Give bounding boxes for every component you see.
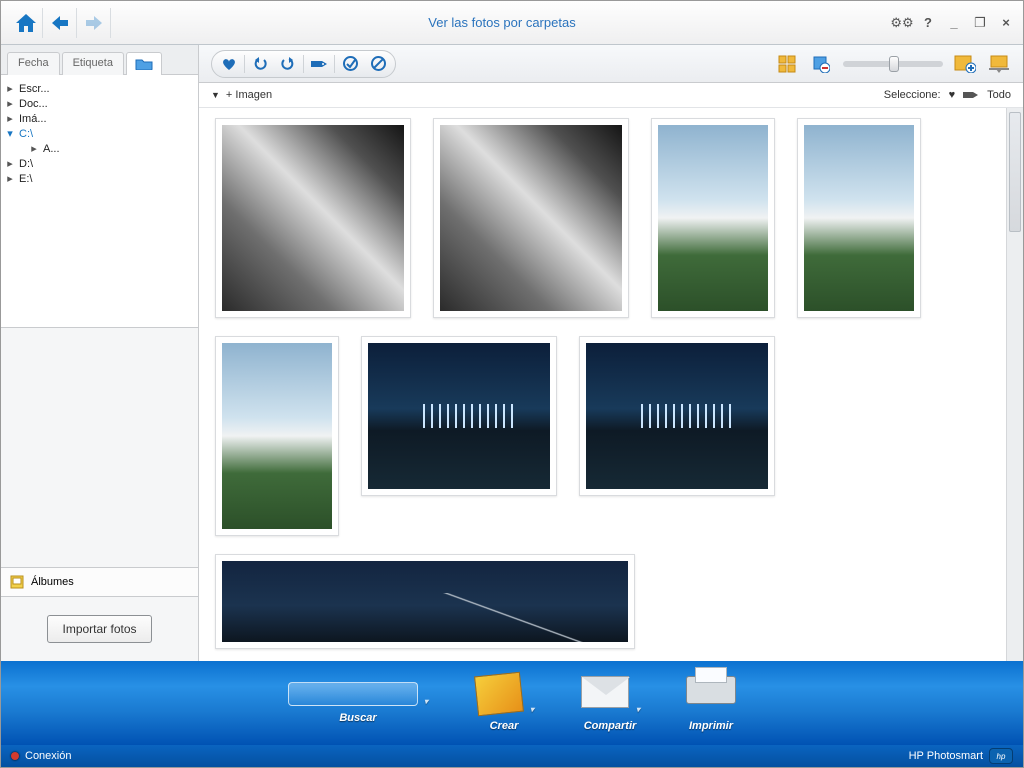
thumbnail-size-slider[interactable]	[843, 61, 943, 67]
slider-handle[interactable]	[889, 56, 899, 72]
thumbnail[interactable]	[651, 118, 775, 318]
albums-label: Álbumes	[31, 576, 74, 588]
collapse-group-icon[interactable]: ▼	[211, 90, 220, 100]
hp-logo-icon: hp	[989, 748, 1013, 764]
zoom-out-icon[interactable]	[809, 52, 833, 76]
tree-node-d-drive[interactable]: ▸D:\	[3, 156, 196, 171]
albums-section[interactable]: Álbumes	[1, 567, 198, 597]
folder-icon	[135, 57, 153, 70]
tag-button[interactable]	[306, 53, 332, 75]
dock-compartir[interactable]: ▾ Compartir	[580, 674, 640, 732]
reject-button[interactable]	[365, 53, 391, 75]
page-title: Ver las fotos por carpetas	[111, 15, 893, 30]
title-bar: Ver las fotos por carpetas ⚙⚙ ? _ ❐ ×	[1, 1, 1023, 45]
thumbnail[interactable]	[361, 336, 557, 496]
thumbnail-gallery	[199, 108, 1023, 661]
approve-button[interactable]	[337, 53, 363, 75]
select-tagged-icon[interactable]	[963, 90, 979, 100]
minimize-button[interactable]: _	[945, 14, 963, 32]
thumbnail[interactable]	[433, 118, 629, 318]
rotate-left-button[interactable]	[247, 53, 273, 75]
settings-icon[interactable]: ⚙⚙	[893, 14, 911, 32]
main-toolbar	[199, 45, 1023, 83]
connection-label: Conexión	[25, 750, 71, 762]
folder-tree: ▸Escr... ▸Doc... ▸Imá... ▾C:\ ▸A... ▸D:\…	[1, 75, 198, 328]
status-bar: Conexión HP Photosmart hp	[1, 745, 1023, 767]
import-photos-button[interactable]: Importar fotos	[47, 615, 151, 643]
forward-button	[77, 8, 111, 38]
select-favorites-icon[interactable]: ♥	[949, 89, 956, 101]
tree-node-c-drive-a[interactable]: ▸A...	[3, 141, 196, 156]
dock-imprimir[interactable]: Imprimir	[686, 674, 736, 732]
group-label: + Imagen	[226, 89, 272, 101]
thumbnail[interactable]	[215, 554, 635, 649]
connection-status-icon	[11, 752, 19, 760]
chevron-down-icon: ▾	[530, 705, 534, 714]
close-button[interactable]: ×	[997, 14, 1015, 32]
home-button[interactable]	[9, 8, 43, 38]
main-panel: ▼ + Imagen Seleccione: ♥ Todo	[199, 45, 1023, 661]
back-button[interactable]	[43, 8, 77, 38]
tab-etiqueta[interactable]: Etiqueta	[62, 52, 124, 75]
tree-node-documentos[interactable]: ▸Doc...	[3, 96, 196, 111]
favorite-button[interactable]	[216, 53, 242, 75]
tab-folders[interactable]	[126, 52, 162, 75]
tab-fecha[interactable]: Fecha	[7, 52, 60, 75]
restore-button[interactable]: ❐	[971, 14, 989, 32]
dock-buscar[interactable]: ▾ Buscar	[288, 682, 428, 724]
sidebar: Fecha Etiqueta ▸Escr... ▸Doc... ▸Imá... …	[1, 45, 199, 661]
scrollbar-thumb[interactable]	[1009, 112, 1021, 232]
thumbnail[interactable]	[215, 118, 411, 318]
brand-label: HP Photosmart	[909, 750, 983, 762]
tree-node-e-drive[interactable]: ▸E:\	[3, 171, 196, 186]
thumbnail[interactable]	[579, 336, 775, 496]
select-all-link[interactable]: Todo	[987, 89, 1011, 101]
zoom-in-icon[interactable]	[953, 52, 977, 76]
album-icon	[9, 574, 25, 590]
slideshow-button[interactable]	[987, 52, 1011, 76]
thumbnail[interactable]	[797, 118, 921, 318]
dock-crear[interactable]: ▾ Crear	[474, 674, 534, 732]
view-grid-button[interactable]	[775, 52, 799, 76]
tree-node-imagenes[interactable]: ▸Imá...	[3, 111, 196, 126]
select-label: Seleccione:	[884, 89, 941, 101]
tree-node-c-drive[interactable]: ▾C:\	[3, 126, 196, 141]
chevron-down-icon: ▾	[424, 697, 428, 706]
bottom-dock: ▾ Buscar ▾ Crear ▾ Compartir Imprimir	[1, 661, 1023, 745]
thumbnail[interactable]	[215, 336, 339, 536]
help-icon[interactable]: ?	[919, 14, 937, 32]
chevron-down-icon: ▾	[636, 705, 640, 714]
rotate-right-button[interactable]	[275, 53, 301, 75]
vertical-scrollbar[interactable]	[1006, 108, 1023, 661]
tree-node-escritorio[interactable]: ▸Escr...	[3, 81, 196, 96]
